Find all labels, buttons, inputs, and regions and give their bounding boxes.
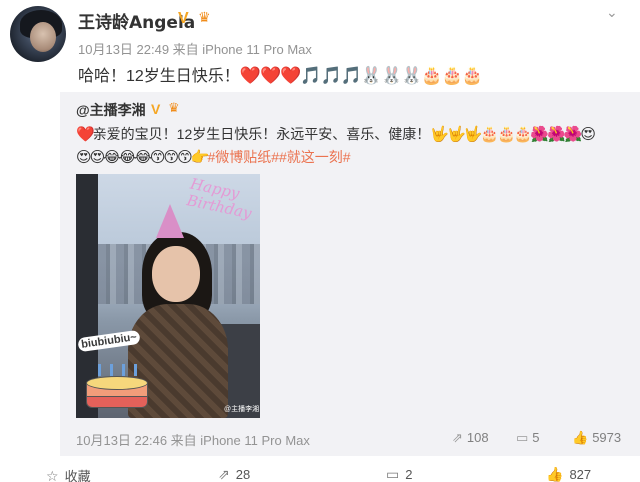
repost-comment-action[interactable]: ▭ 5 [516, 430, 540, 446]
repost-emoji-row: 😍😍😂😂😂😙😙😙👉 [76, 149, 209, 166]
heart-emoji: ❤️ [76, 126, 95, 143]
repost-repost-count: 108 [466, 430, 489, 445]
favorite-button[interactable]: ☆ 收藏 [46, 466, 91, 482]
post-text: 哈哈！12岁生日快乐！❤️❤️❤️🎵🎵🎵🐰🐰🐰🎂🎂🎂 [78, 62, 483, 86]
repost-text: 亲爱的宝贝！12岁生日快乐！永远平安、喜乐、健康！ [92, 126, 431, 142]
like-count: 827 [569, 467, 592, 482]
repost-icon: ⇗ [452, 430, 463, 445]
repost-like-action[interactable]: 👍 5973 [572, 430, 621, 446]
candle [122, 364, 125, 376]
post-text-body: 哈哈！12岁生日快乐！ [78, 68, 240, 85]
repost-user[interactable]: @主播李湘 [76, 100, 146, 120]
post-meta: 10月13日 22:49 来自 iPhone 11 Pro Max [78, 42, 312, 57]
birthday-sticker: Happy Birthday [185, 175, 256, 223]
girl-face [152, 246, 200, 302]
crown-icon: ♛ [198, 9, 211, 25]
photo-watermark: @主播李湘 [224, 406, 260, 413]
comment-count: 2 [405, 467, 413, 482]
repost-repost-action[interactable]: ⇗ 108 [452, 430, 489, 446]
repost-emoji-tail: 🤟🤟🤟🎂🎂🎂🌺🌺🌺😍 [430, 126, 596, 143]
thumb-up-icon: 👍 [546, 466, 564, 482]
chevron-down-icon[interactable]: ⌄ [606, 4, 618, 21]
avatar[interactable] [10, 6, 66, 62]
action-bar: ☆ 收藏 ⇗ 28 ▭ 2 👍 827 [0, 462, 640, 482]
like-button[interactable]: 👍 827 [546, 466, 591, 482]
cake-bottom [86, 396, 148, 408]
star-icon: ☆ [46, 468, 59, 482]
comment-icon: ▭ [386, 466, 400, 482]
avatar-face [30, 22, 56, 52]
favorite-label: 收藏 [64, 469, 91, 482]
comment-button[interactable]: ▭ 2 [386, 466, 412, 482]
post-photo[interactable]: Happy Birthday biubiubiu~ @主播李湘 [76, 174, 260, 418]
repost-icon: ⇗ [218, 466, 230, 482]
repost-verified-icon: V [151, 101, 161, 117]
hashtag-links[interactable]: #微博贴纸##就这一刻# [207, 149, 350, 165]
cake-sticker [84, 364, 150, 412]
repost-meta: 10月13日 22:46 来自 iPhone 11 Pro Max [76, 433, 310, 448]
thumb-up-icon: 👍 [572, 430, 589, 445]
comment-icon: ▭ [516, 430, 529, 445]
post-emoji: ❤️❤️❤️🎵🎵🎵🐰🐰🐰🎂🎂🎂 [239, 66, 483, 85]
repost-text-line2: 😍😍😂😂😂😙😙😙👉#微博贴纸##就这一刻# [76, 147, 351, 167]
candle [110, 364, 113, 376]
repost-like-count: 5973 [592, 430, 622, 445]
repost-count: 28 [235, 467, 251, 482]
repost-text-line1: ❤️亲爱的宝贝！12岁生日快乐！永远平安、喜乐、健康！🤟🤟🤟🎂🎂🎂🌺🌺🌺😍 [76, 124, 596, 144]
repost-comment-count: 5 [532, 430, 540, 445]
cake-top [86, 376, 148, 390]
repost-box[interactable]: @主播李湘 V ♛ ❤️亲爱的宝贝！12岁生日快乐！永远平安、喜乐、健康！🤟🤟🤟… [60, 92, 640, 456]
verified-icon: V [178, 10, 189, 27]
candle [98, 364, 101, 376]
party-hat-sticker [156, 204, 184, 238]
repost-button[interactable]: ⇗ 28 [218, 466, 250, 482]
repost-crown-icon: ♛ [168, 100, 180, 115]
weibo-post: 王诗龄Angela V ♛ ⌄ 10月13日 22:49 来自 iPhone 1… [0, 0, 640, 482]
candle [134, 364, 137, 376]
